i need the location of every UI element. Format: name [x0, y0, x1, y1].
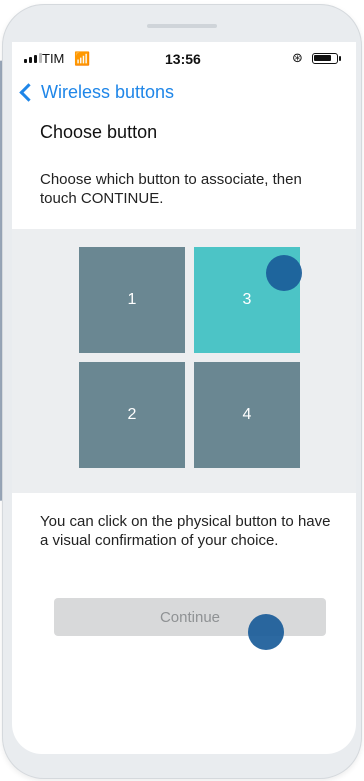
tap-indicator — [266, 255, 302, 291]
button-option-4-label: 4 — [242, 406, 252, 423]
app-screen: TIM 📶 13:56 ⊛ Wireless buttons Choose bu… — [12, 42, 356, 754]
carrier-label: TIM — [42, 51, 65, 66]
button-option-1[interactable]: 1 — [79, 247, 185, 353]
navigation-bar: Wireless buttons — [12, 80, 356, 108]
button-option-2-label: 2 — [127, 406, 137, 423]
button-option-2[interactable]: 2 — [79, 362, 185, 468]
tap-indicator — [248, 614, 284, 650]
status-bar: TIM 📶 13:56 ⊛ — [12, 42, 356, 76]
page-title: Choose button — [40, 122, 158, 142]
button-option-4[interactable]: 4 — [194, 362, 300, 468]
hint-text: You can click on the physical button to … — [40, 513, 331, 549]
chevron-left-icon — [19, 83, 38, 102]
button-option-3-label: 3 — [242, 291, 252, 308]
button-option-1-label: 1 — [127, 291, 137, 308]
rotation-lock-icon: ⊛ — [292, 50, 303, 65]
instructions-text: Choose which button to associate, then t… — [40, 171, 302, 207]
wifi-icon: 📶 — [74, 51, 91, 66]
battery-tip — [339, 56, 341, 61]
status-time: 13:56 — [165, 51, 201, 67]
phone-speaker — [147, 24, 217, 28]
continue-button[interactable]: Continue — [54, 598, 326, 636]
back-button[interactable]: Wireless buttons — [18, 82, 174, 103]
back-button-label: Wireless buttons — [41, 82, 175, 102]
signal-icon — [24, 53, 42, 63]
phone-frame: TIM 📶 13:56 ⊛ Wireless buttons Choose bu… — [2, 4, 362, 779]
button-grid: 1 3 2 4 — [12, 229, 356, 493]
battery-icon — [312, 53, 338, 64]
